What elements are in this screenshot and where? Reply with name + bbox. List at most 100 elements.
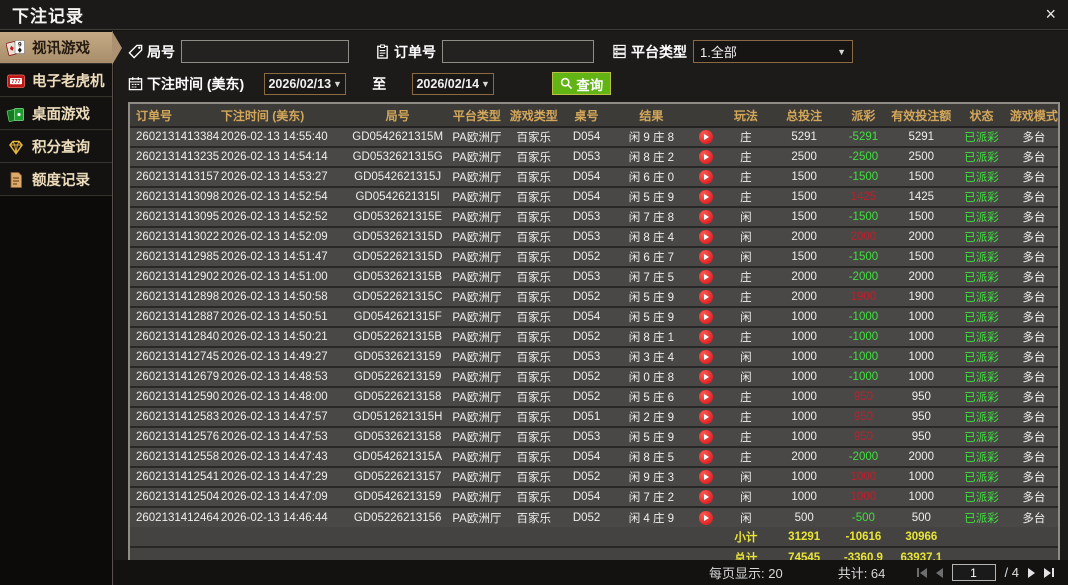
cell-play: [691, 247, 721, 267]
cell-order-no: 260213141257617: [130, 427, 219, 447]
cell-play-method: 庄: [721, 287, 771, 307]
cell-game-mode: 多台: [1010, 307, 1058, 327]
cell-status: 已派彩: [953, 367, 1009, 387]
cell-play-method: 闲: [721, 487, 771, 507]
cell-round-no: GD0532621315E: [348, 207, 448, 227]
cell-game-mode: 多台: [1010, 227, 1058, 247]
cell-order-no: 260213141315722: [130, 167, 219, 187]
cell-payout: -1500: [838, 207, 890, 227]
play-video-button[interactable]: [699, 310, 713, 324]
play-video-button[interactable]: [699, 350, 713, 364]
cell-bet-time: 2026-02-13 14:53:27: [219, 167, 348, 187]
sidebar-item-slots[interactable]: 777 电子老虎机: [0, 64, 112, 97]
platform-type-value: 1.全部: [700, 42, 737, 61]
last-page-button[interactable]: [1044, 568, 1054, 578]
cell-play-method: 闲: [721, 247, 771, 267]
search-button[interactable]: 查询: [552, 72, 611, 95]
cell-game-type: 百家乐: [506, 167, 562, 187]
cell-bet-time: 2026-02-13 14:48:00: [219, 387, 348, 407]
cell-total-bet: 1000: [771, 427, 838, 447]
play-video-button[interactable]: [699, 330, 713, 344]
play-video-button[interactable]: [699, 290, 713, 304]
sidebar-item-video-games[interactable]: 9 视讯游戏: [0, 31, 112, 64]
cell-result: 闲 0 庄 8: [612, 367, 692, 387]
cell-platform-type: PA欧洲厅: [448, 307, 506, 327]
play-video-button[interactable]: [699, 370, 713, 384]
table-header-row: 订单号 下注时间 (美东) 局号 平台类型 游戏类型 桌号 结果 玩法 总投注 …: [130, 104, 1058, 127]
cell-platform-type: PA欧洲厅: [448, 167, 506, 187]
sidebar-item-quota-records[interactable]: 额度记录: [0, 163, 112, 196]
cell-game-type: 百家乐: [506, 287, 562, 307]
first-page-button[interactable]: [917, 568, 927, 578]
cell-round-no: GD0542621315J: [348, 167, 448, 187]
play-video-button[interactable]: [699, 410, 713, 424]
table-row: 260213141255852 2026-02-13 14:47:43 GD05…: [130, 447, 1058, 467]
close-icon[interactable]: ×: [1045, 4, 1056, 24]
per-page-label: 每页显示: 20: [709, 563, 783, 582]
cell-play-method: 闲: [721, 467, 771, 487]
date-to-picker[interactable]: 2026/02/14 ▼: [412, 73, 494, 95]
cell-result: 闲 5 庄 9: [612, 287, 692, 307]
cell-round-no: GD0522621315B: [348, 327, 448, 347]
play-video-button[interactable]: [699, 490, 713, 504]
cell-round-no: GD0532621315B: [348, 267, 448, 287]
cell-game-type: 百家乐: [506, 307, 562, 327]
prev-page-button[interactable]: [936, 568, 943, 578]
cell-result: 闲 5 庄 6: [612, 387, 692, 407]
cell-bet-time: 2026-02-13 14:46:44: [219, 507, 348, 527]
play-video-button[interactable]: [699, 150, 713, 164]
subtotal-total-bet: 31291: [771, 527, 838, 547]
cell-table-no: D052: [562, 367, 612, 387]
cell-result: 闲 6 庄 0: [612, 167, 692, 187]
date-from-picker[interactable]: 2026/02/13 ▼: [264, 73, 346, 95]
play-video-button[interactable]: [699, 450, 713, 464]
first-page-icon: [917, 568, 919, 577]
cell-table-no: D054: [562, 487, 612, 507]
play-video-button[interactable]: [699, 130, 713, 144]
play-video-button[interactable]: [699, 511, 713, 525]
page-input[interactable]: [952, 564, 996, 581]
play-video-button[interactable]: [699, 270, 713, 284]
cell-platform-type: PA欧洲厅: [448, 267, 506, 287]
play-video-button[interactable]: [699, 190, 713, 204]
cell-table-no: D053: [562, 347, 612, 367]
cell-bet-time: 2026-02-13 14:52:54: [219, 187, 348, 207]
cell-round-no: GD05326213158: [348, 427, 448, 447]
header-play-method: 玩法: [721, 104, 771, 127]
cell-payout: 1000: [838, 467, 890, 487]
table-row: 260213141246466 2026-02-13 14:46:44 GD05…: [130, 507, 1058, 527]
play-video-button[interactable]: [699, 470, 713, 484]
play-icon: [704, 314, 709, 320]
cell-order-no: 260213141298533: [130, 247, 219, 267]
cell-table-no: D054: [562, 167, 612, 187]
cell-payout: 1000: [838, 487, 890, 507]
play-video-button[interactable]: [699, 250, 713, 264]
table-games-icon: [6, 104, 26, 124]
cell-platform-type: PA欧洲厅: [448, 507, 506, 527]
cell-play: [691, 507, 721, 527]
next-page-button[interactable]: [1028, 568, 1035, 578]
cell-total-bet: 1000: [771, 327, 838, 347]
slot-machine-icon: 777: [6, 71, 26, 91]
points-icon: [6, 137, 26, 157]
sidebar-item-points[interactable]: 积分查询: [0, 130, 112, 163]
cell-game-type: 百家乐: [506, 467, 562, 487]
cell-play: [691, 447, 721, 467]
cell-platform-type: PA欧洲厅: [448, 367, 506, 387]
cell-round-no: GD0512621315H: [348, 407, 448, 427]
platform-type-select[interactable]: 1.全部 ▼: [693, 40, 853, 63]
play-video-button[interactable]: [699, 170, 713, 184]
play-video-button[interactable]: [699, 210, 713, 224]
play-video-button[interactable]: [699, 230, 713, 244]
round-no-input[interactable]: [181, 40, 349, 63]
sidebar-item-label: 额度记录: [32, 169, 90, 190]
play-video-button[interactable]: [699, 390, 713, 404]
cell-payout: 2000: [838, 227, 890, 247]
order-no-input[interactable]: [442, 40, 594, 63]
svg-text:777: 777: [11, 79, 20, 85]
cell-result: 闲 8 庄 5: [612, 447, 692, 467]
sidebar-item-table-games[interactable]: 桌面游戏: [0, 97, 112, 130]
play-video-button[interactable]: [699, 430, 713, 444]
table-row: 260213141338410 2026-02-13 14:55:40 GD05…: [130, 127, 1058, 147]
cell-valid-bet: 1000: [889, 487, 953, 507]
